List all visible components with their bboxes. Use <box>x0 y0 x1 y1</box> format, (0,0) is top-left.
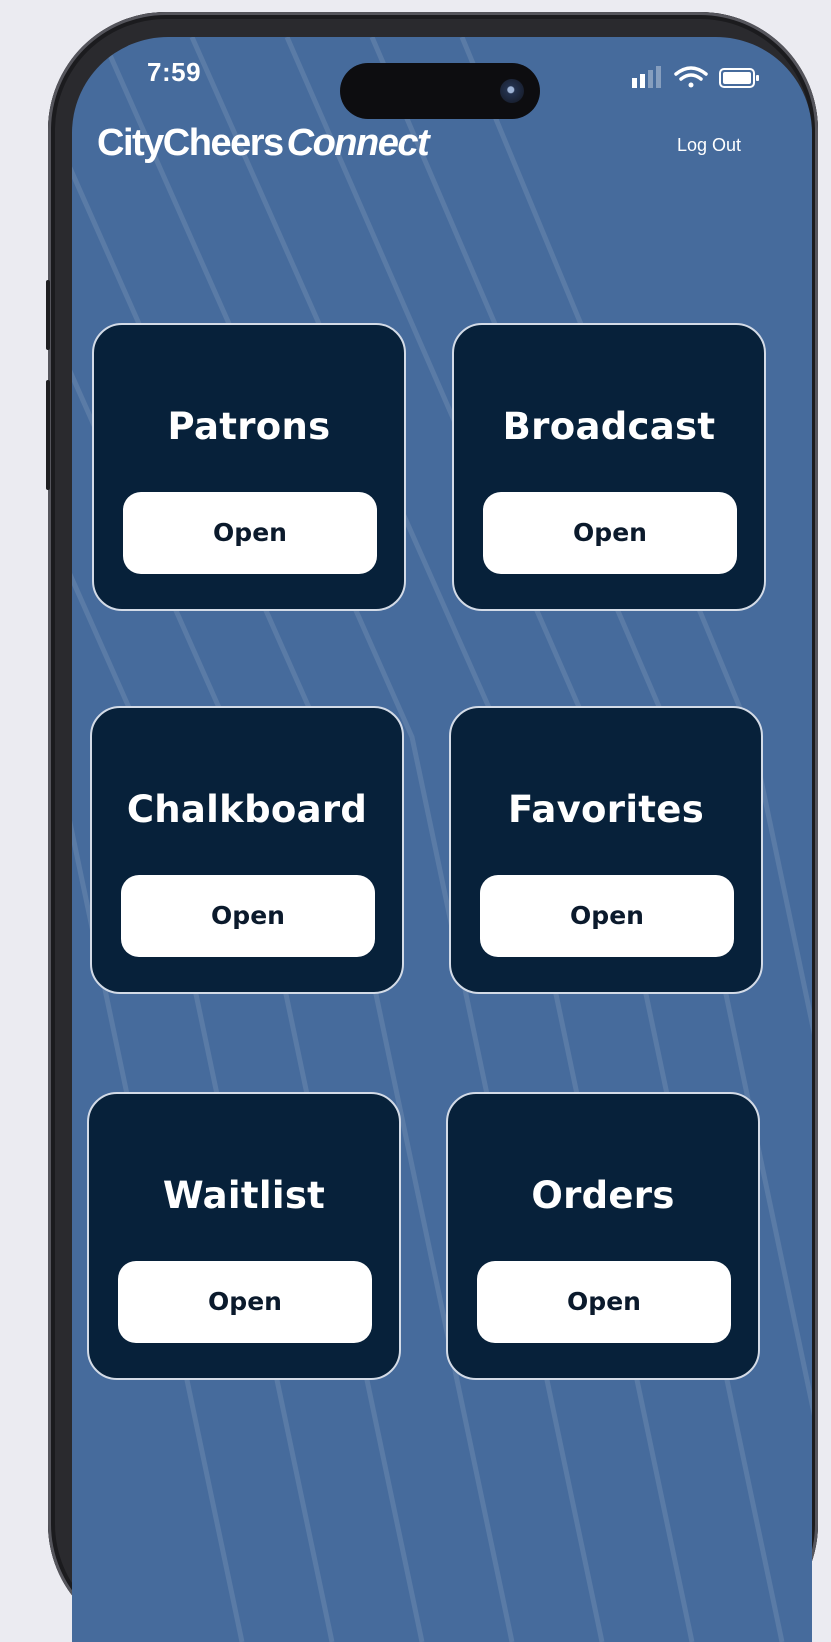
side-button <box>46 280 50 350</box>
tile-title: Orders <box>531 1174 675 1217</box>
log-out-link[interactable]: Log Out <box>677 135 741 156</box>
open-favorites-button[interactable]: Open <box>480 875 734 957</box>
status-time: 7:59 <box>147 57 202 87</box>
tile-broadcast: Broadcast Open <box>452 323 766 611</box>
tile-title: Chalkboard <box>126 788 368 831</box>
app-logo: CityCheers Connect <box>97 122 430 165</box>
wifi-icon <box>674 66 708 88</box>
open-orders-button[interactable]: Open <box>477 1261 731 1343</box>
tile-title: Waitlist <box>162 1174 326 1217</box>
camera-icon <box>500 79 524 103</box>
open-waitlist-button[interactable]: Open <box>118 1261 372 1343</box>
app-logo-suffix: Connect <box>286 122 430 164</box>
cellular-signal-icon <box>632 66 661 88</box>
tile-waitlist: Waitlist Open <box>87 1092 401 1380</box>
tile-patrons: Patrons Open <box>92 323 406 611</box>
side-button <box>46 380 50 490</box>
status-icons <box>632 63 762 91</box>
open-chalkboard-button[interactable]: Open <box>121 875 375 957</box>
dynamic-island <box>340 63 540 119</box>
tile-title: Broadcast <box>502 405 716 448</box>
tile-title: Patrons <box>167 405 331 448</box>
tile-favorites: Favorites Open <box>449 706 763 994</box>
battery-icon <box>719 68 759 88</box>
tile-chalkboard: Chalkboard Open <box>90 706 404 994</box>
open-patrons-button[interactable]: Open <box>123 492 377 574</box>
open-broadcast-button[interactable]: Open <box>483 492 737 574</box>
app-screen: 7:59 CityCheers Connect Log Out Patrons … <box>72 37 812 1642</box>
tile-title: Favorites <box>507 788 705 831</box>
app-logo-name: CityCheers <box>97 122 284 164</box>
tile-orders: Orders Open <box>446 1092 760 1380</box>
